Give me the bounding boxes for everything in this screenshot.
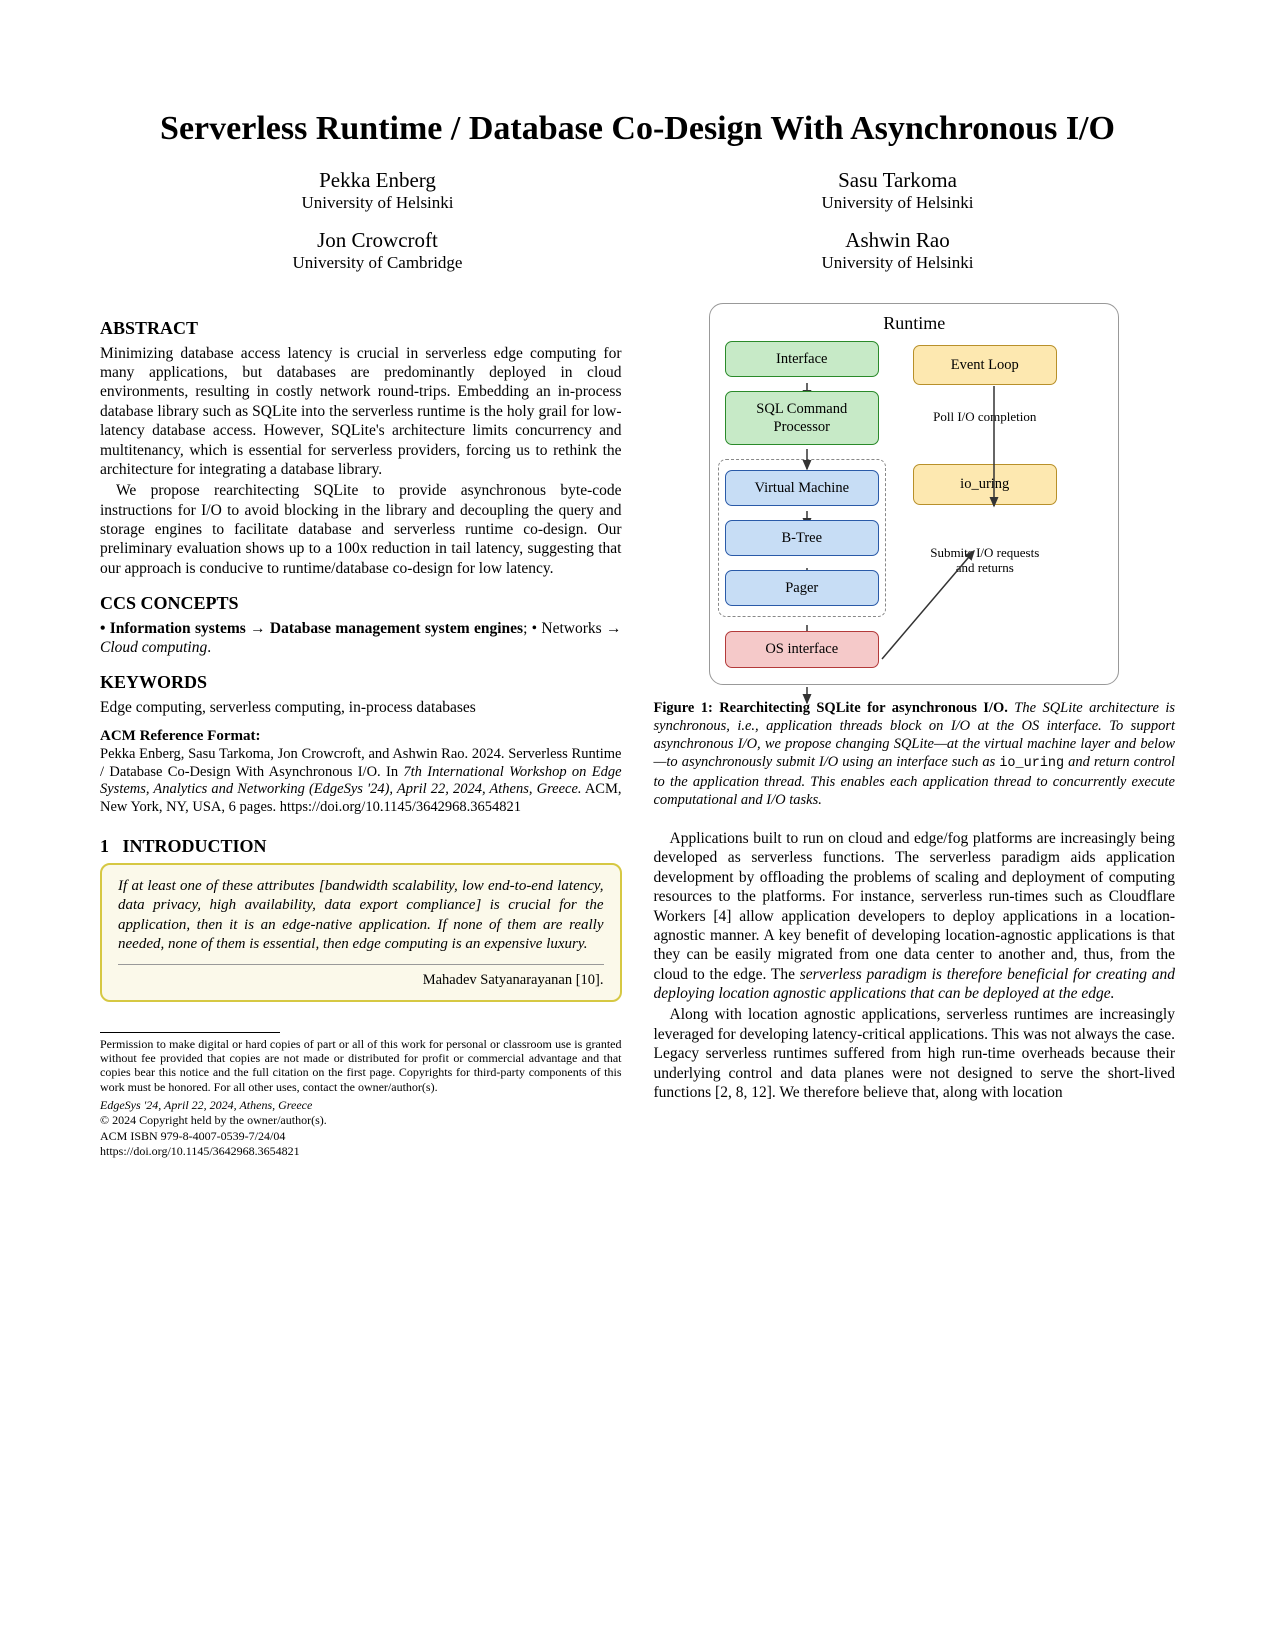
author-affiliation: University of Helsinki	[738, 193, 1058, 213]
interface-box: Interface	[725, 341, 879, 377]
event-loop-box: Event Loop	[913, 345, 1057, 385]
author-name: Sasu Tarkoma	[738, 168, 1058, 193]
permission-text: Permission to make digital or hard copie…	[100, 1037, 622, 1095]
figure-title: Figure 1: Rearchitecting SQLite for asyn…	[654, 700, 1015, 716]
btree-box: B-Tree	[725, 520, 879, 556]
section-heading: 1 INTRODUCTION	[100, 835, 622, 858]
ccs-text: • Information systems → Database managem…	[100, 620, 523, 637]
isbn-line: ACM ISBN 979-8-4007-0539-7/24/04	[100, 1129, 622, 1145]
acm-ref-heading: ACM Reference Format:	[100, 727, 622, 746]
section-title: INTRODUCTION	[123, 836, 267, 856]
authors-block: Pekka Enberg University of Helsinki Jon …	[100, 168, 1175, 287]
pager-box: Pager	[725, 570, 879, 606]
vm-box: Virtual Machine	[725, 470, 879, 506]
poll-label: Poll I/O completion	[930, 409, 1040, 425]
runtime-label: Runtime	[724, 312, 1104, 335]
submits-label: Submits I/O requests and returns	[930, 545, 1040, 576]
io-uring-box: io_uring	[913, 464, 1057, 504]
section-number: 1	[100, 836, 109, 856]
acm-ref-body: Pekka Enberg, Sasu Tarkoma, Jon Crowcrof…	[100, 746, 622, 817]
ccs-text: ; • Networks →	[523, 620, 621, 637]
keywords-heading: KEYWORDS	[100, 671, 622, 694]
os-interface-box: OS interface	[725, 631, 879, 667]
body-text: Applications built to run on cloud and e…	[654, 830, 1176, 983]
author-name: Jon Crowcroft	[218, 228, 538, 253]
abstract-para: Minimizing database access latency is cr…	[100, 344, 622, 480]
author-name: Pekka Enberg	[218, 168, 538, 193]
abstract-para: We propose rearchitecting SQLite to prov…	[100, 481, 622, 578]
figure-caption: Figure 1: Rearchitecting SQLite for asyn…	[654, 699, 1176, 810]
author-name: Ashwin Rao	[738, 228, 1058, 253]
dashed-group: Virtual Machine B-Tree Pager	[718, 459, 886, 617]
abstract-heading: ABSTRACT	[100, 317, 622, 340]
paper-title: Serverless Runtime / Database Co-Design …	[100, 110, 1175, 148]
code-text: io_uring	[999, 756, 1064, 771]
ccs-heading: CCS CONCEPTS	[100, 592, 622, 615]
quote-attribution: Mahadev Satyanarayanan [10].	[118, 971, 604, 990]
sql-processor-box: SQL Command Processor	[725, 391, 879, 445]
body-para: Along with location agnostic application…	[654, 1005, 1176, 1102]
author-affiliation: University of Helsinki	[218, 193, 538, 213]
footnote-rule	[100, 1032, 280, 1033]
venue-line: EdgeSys '24, April 22, 2024, Athens, Gre…	[100, 1098, 622, 1113]
doi-line: https://doi.org/10.1145/3642968.3654821	[100, 1144, 622, 1160]
figure-diagram: Runtime	[709, 303, 1119, 684]
quote-box: If at least one of these attributes [ban…	[100, 863, 622, 1001]
body-para: Applications built to run on cloud and e…	[654, 829, 1176, 1003]
author-affiliation: University of Helsinki	[738, 253, 1058, 273]
author-affiliation: University of Cambridge	[218, 253, 538, 273]
ccs-text: Cloud computing	[100, 639, 207, 656]
quote-divider	[118, 964, 604, 965]
copyright-line: © 2024 Copyright held by the owner/autho…	[100, 1113, 622, 1129]
keywords-body: Edge computing, serverless computing, in…	[100, 698, 622, 717]
ccs-body: • Information systems → Database managem…	[100, 619, 622, 658]
quote-text: If at least one of these attributes [ban…	[118, 877, 604, 954]
